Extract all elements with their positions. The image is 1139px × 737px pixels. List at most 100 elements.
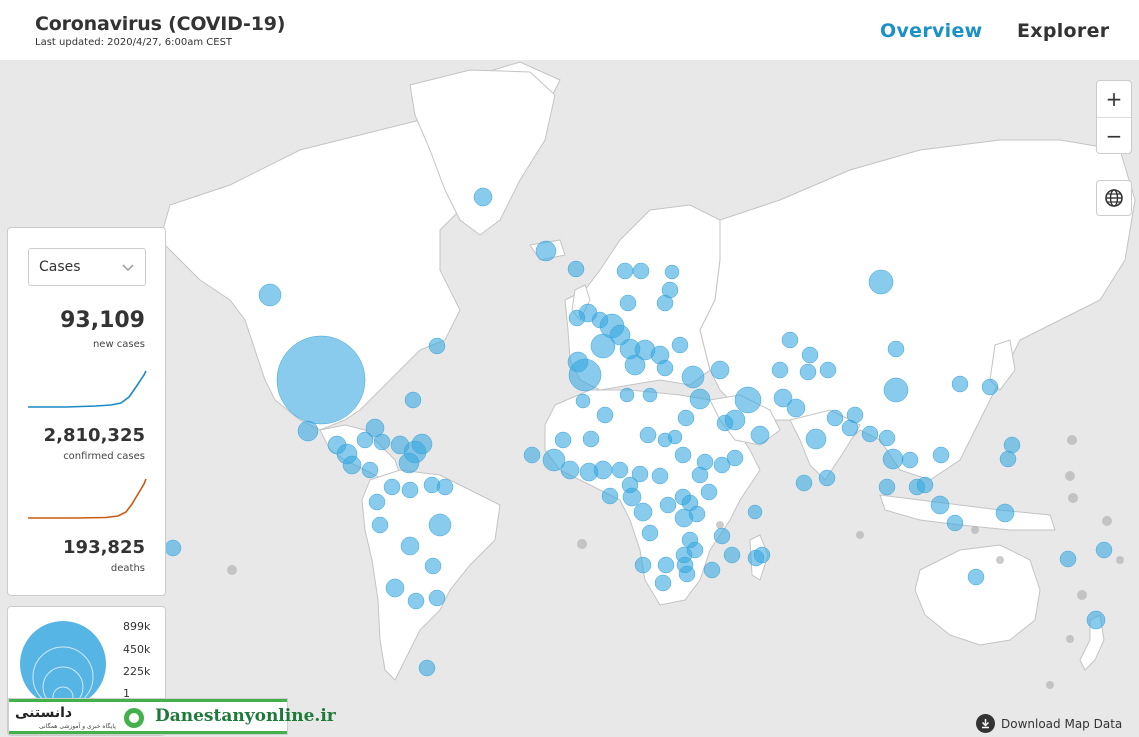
country-case-bubble[interactable] — [659, 496, 677, 514]
country-case-bubble[interactable] — [819, 361, 837, 379]
country-case-bubble[interactable] — [674, 446, 692, 464]
country-case-bubble[interactable] — [1003, 436, 1021, 454]
country-case-bubble[interactable] — [368, 493, 386, 511]
country-case-bubble[interactable] — [677, 409, 695, 427]
country-case-bubble[interactable] — [401, 481, 419, 499]
country-case-bubble[interactable] — [818, 469, 836, 487]
country-case-bubble[interactable] — [967, 568, 985, 586]
download-map-data-button[interactable]: Download Map Data — [976, 714, 1122, 733]
country-case-bubble[interactable] — [601, 487, 619, 505]
country-case-bubble[interactable] — [1059, 550, 1077, 568]
country-case-bubble[interactable] — [611, 461, 629, 479]
country-case-bubble[interactable] — [651, 467, 669, 485]
country-case-bubble[interactable] — [567, 260, 585, 278]
country-case-bubble[interactable] — [700, 483, 718, 501]
country-case-bubble[interactable] — [671, 336, 689, 354]
country-case-bubble[interactable] — [681, 365, 705, 389]
country-case-bubble[interactable] — [916, 476, 934, 494]
country-case-bubble[interactable] — [703, 561, 721, 579]
country-case-bubble[interactable] — [523, 446, 541, 464]
country-case-bubble[interactable] — [753, 546, 771, 564]
country-case-bubble[interactable] — [473, 187, 493, 207]
country-case-bubble[interactable] — [424, 557, 442, 575]
country-case-bubble[interactable] — [841, 419, 859, 437]
country-case-bubble[interactable] — [710, 360, 730, 380]
country-case-bubble[interactable] — [981, 378, 999, 396]
country-case-bubble[interactable] — [575, 393, 591, 409]
country-case-bubble[interactable] — [276, 335, 366, 425]
country-case-bubble[interactable] — [596, 406, 614, 424]
country-case-bubble[interactable] — [633, 502, 653, 522]
country-case-bubble[interactable] — [689, 388, 711, 410]
country-case-bubble[interactable] — [657, 432, 673, 448]
country-case-bubble[interactable] — [632, 262, 650, 280]
country-case-bubble[interactable] — [1095, 541, 1113, 559]
country-case-bubble[interactable] — [795, 474, 813, 492]
country-case-bubble[interactable] — [428, 513, 452, 537]
country-case-bubble[interactable] — [657, 556, 675, 574]
country-case-bubble[interactable] — [930, 495, 950, 515]
country-case-bubble[interactable] — [327, 435, 347, 455]
country-case-bubble[interactable] — [723, 546, 741, 564]
country-case-bubble[interactable] — [747, 504, 763, 520]
metric-select[interactable]: Cases — [28, 248, 146, 286]
country-case-bubble[interactable] — [371, 516, 389, 534]
country-case-bubble[interactable] — [726, 449, 744, 467]
country-case-bubble[interactable] — [560, 460, 580, 480]
zoom-in-button[interactable]: + — [1097, 81, 1131, 117]
country-case-bubble[interactable] — [616, 262, 634, 280]
country-case-bubble[interactable] — [826, 409, 844, 427]
country-case-bubble[interactable] — [716, 414, 734, 432]
country-case-bubble[interactable] — [622, 487, 642, 507]
tab-overview[interactable]: Overview — [880, 20, 983, 42]
country-case-bubble[interactable] — [164, 539, 182, 557]
zoom-out-button[interactable]: − — [1097, 117, 1131, 153]
country-case-bubble[interactable] — [411, 433, 433, 455]
country-case-bubble[interactable] — [258, 283, 282, 307]
country-case-bubble[interactable] — [664, 264, 680, 280]
country-case-bubble[interactable] — [750, 425, 770, 445]
country-case-bubble[interactable] — [356, 431, 374, 449]
country-case-bubble[interactable] — [428, 589, 446, 607]
country-case-bubble[interactable] — [883, 377, 909, 403]
country-case-bubble[interactable] — [691, 466, 709, 484]
country-case-bubble[interactable] — [995, 503, 1015, 523]
country-case-bubble[interactable] — [385, 578, 405, 598]
country-case-bubble[interactable] — [878, 429, 896, 447]
country-case-bubble[interactable] — [418, 659, 436, 677]
country-case-bubble[interactable] — [654, 574, 672, 592]
country-case-bubble[interactable] — [999, 450, 1017, 468]
country-case-bubble[interactable] — [678, 565, 696, 583]
country-case-bubble[interactable] — [1086, 610, 1106, 630]
country-case-bubble[interactable] — [428, 337, 446, 355]
country-case-bubble[interactable] — [634, 556, 652, 574]
globe-view-button[interactable] — [1096, 180, 1132, 216]
country-case-bubble[interactable] — [619, 294, 637, 312]
country-case-bubble[interactable] — [407, 592, 425, 610]
country-case-bubble[interactable] — [390, 435, 410, 455]
country-case-bubble[interactable] — [688, 505, 706, 523]
country-case-bubble[interactable] — [771, 361, 789, 379]
country-case-bubble[interactable] — [582, 430, 600, 448]
tab-explorer[interactable]: Explorer — [1017, 20, 1109, 42]
country-case-bubble[interactable] — [868, 269, 894, 295]
country-case-bubble[interactable] — [361, 461, 379, 479]
country-case-bubble[interactable] — [342, 455, 362, 475]
country-case-bubble[interactable] — [901, 451, 919, 469]
country-case-bubble[interactable] — [567, 351, 589, 373]
country-case-bubble[interactable] — [786, 398, 806, 418]
country-case-bubble[interactable] — [404, 391, 422, 409]
country-case-bubble[interactable] — [641, 524, 659, 542]
country-case-bubble[interactable] — [383, 478, 401, 496]
country-case-bubble[interactable] — [535, 240, 557, 262]
country-case-bubble[interactable] — [951, 375, 969, 393]
country-case-bubble[interactable] — [590, 333, 616, 359]
country-case-bubble[interactable] — [734, 386, 762, 414]
country-case-bubble[interactable] — [656, 294, 674, 312]
country-case-bubble[interactable] — [639, 426, 657, 444]
country-case-bubble[interactable] — [932, 446, 950, 464]
country-case-bubble[interactable] — [805, 428, 827, 450]
country-case-bubble[interactable] — [946, 514, 964, 532]
country-case-bubble[interactable] — [593, 460, 613, 480]
country-case-bubble[interactable] — [887, 340, 905, 358]
